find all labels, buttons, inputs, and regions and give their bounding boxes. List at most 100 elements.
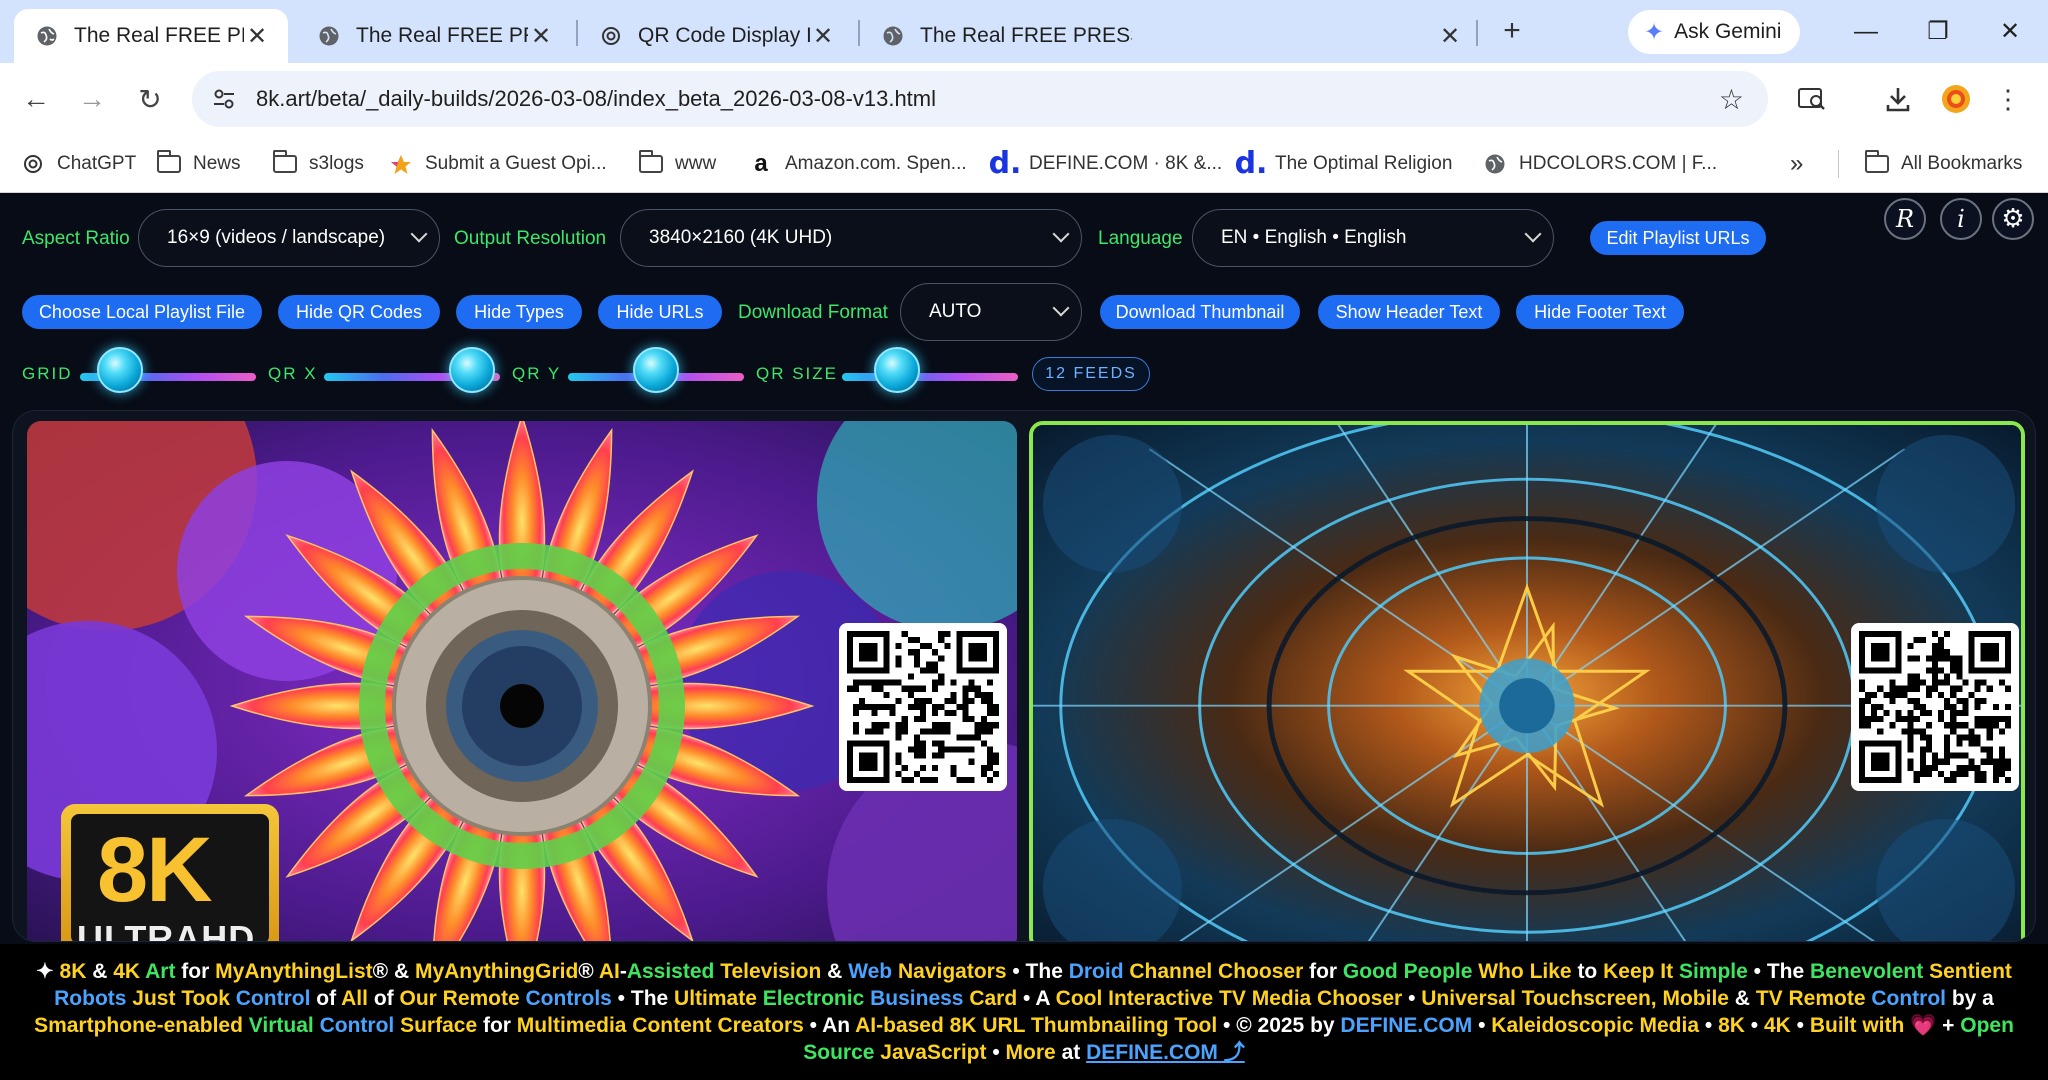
bookmark-optimal-religion[interactable]: d. The Optimal Religion <box>1235 147 1453 181</box>
minimize-icon[interactable]: — <box>1836 12 1896 52</box>
footer-segment: • <box>1790 1014 1810 1037</box>
qr-size-slider[interactable] <box>842 373 1018 381</box>
ask-gemini-button[interactable]: ✦ Ask Gemini <box>1628 10 1800 54</box>
close-icon[interactable]: ✕ <box>244 22 270 51</box>
search-tabs-icon[interactable] <box>1790 77 1834 121</box>
hide-urls-button[interactable]: Hide URLs <box>598 295 722 329</box>
close-icon[interactable]: ✕ <box>528 22 554 51</box>
bookmark-star-icon[interactable]: ☆ <box>1719 83 1744 116</box>
bookmark-label: Amazon.com. Spen... <box>785 153 967 174</box>
footer-segment: AI-based 8K URL Thumbnailing Tool <box>855 1014 1218 1037</box>
tab-3[interactable]: QR Code Display Issue ✕ <box>578 9 854 63</box>
bookmark-s3logs[interactable]: s3logs <box>272 147 364 181</box>
address-bar[interactable]: 8k.art/beta/_daily-builds/2026-03-08/ind… <box>192 71 1768 127</box>
qr-size-slider-thumb[interactable] <box>874 347 920 393</box>
tab-4[interactable]: The Real FREE PRESS <box>860 9 1460 63</box>
bookmark-label: DEFINE.COM · 8K &... <box>1029 153 1223 174</box>
globe-icon <box>36 25 58 47</box>
profile-avatar[interactable] <box>1934 77 1978 121</box>
language-label: Language <box>1098 228 1183 249</box>
bookmarks-overflow-button[interactable]: » <box>1790 147 1803 181</box>
bookmark-guest-opinion[interactable]: Submit a Guest Opi... <box>388 147 607 181</box>
define-icon: d. <box>988 146 1022 181</box>
back-arrow-icon[interactable]: ← <box>14 77 58 121</box>
footer-segment: Channel Chooser <box>1123 960 1304 983</box>
grid-slider-thumb[interactable] <box>97 347 143 393</box>
bookmarks-divider <box>1838 150 1839 178</box>
all-bookmarks-button[interactable]: All Bookmarks <box>1864 147 2022 181</box>
choose-playlist-file-button[interactable]: Choose Local Playlist File <box>22 295 262 329</box>
chevron-down-icon <box>1524 225 1542 243</box>
new-tab-button[interactable]: + <box>1496 14 1528 50</box>
hide-qr-codes-button[interactable]: Hide QR Codes <box>278 295 440 329</box>
info-icon[interactable]: i <box>1940 198 1982 240</box>
bookmark-www[interactable]: www <box>638 147 716 181</box>
footer-segment: of <box>310 987 342 1010</box>
footer-segment: Control <box>1871 987 1946 1010</box>
bookmark-define[interactable]: d. DEFINE.COM · 8K &... <box>988 146 1223 181</box>
footer-segment: • An <box>803 1014 856 1037</box>
download-format-select[interactable]: AUTO <box>900 283 1082 341</box>
restore-icon[interactable]: ❐ <box>1908 12 1968 52</box>
footer-segment: AI <box>598 960 620 983</box>
footer-segment: More <box>1005 1041 1056 1064</box>
qr-x-slider-label: QR X <box>268 364 318 383</box>
edit-playlist-button[interactable]: Edit Playlist URLs <box>1590 221 1766 255</box>
qr-y-slider-thumb[interactable] <box>633 347 679 393</box>
tab-1[interactable]: The Real FREE PRESS ✕ <box>14 9 288 63</box>
r-button[interactable]: R <box>1884 198 1926 240</box>
gear-icon[interactable]: ⚙ <box>1992 198 2034 240</box>
bookmark-label: All Bookmarks <box>1901 153 2023 174</box>
download-icon[interactable] <box>1876 77 1920 121</box>
window-close-icon[interactable]: ✕ <box>1980 12 2040 52</box>
language-select[interactable]: EN • English • English <box>1192 209 1554 267</box>
footer-segment: Who Like <box>1472 960 1572 983</box>
globe-icon <box>1482 151 1508 177</box>
footer-segment: 4K <box>1763 1014 1791 1037</box>
footer-segment: Simple <box>1673 960 1748 983</box>
reload-icon[interactable]: ↻ <box>128 77 172 121</box>
footer-segment: Control <box>313 1014 395 1037</box>
download-format-label: Download Format <box>738 302 888 323</box>
chevron-down-icon <box>1052 225 1070 243</box>
footer-segment: Assisted <box>626 960 715 983</box>
show-header-text-button[interactable]: Show Header Text <box>1318 295 1500 329</box>
footer-segment: 8K <box>59 960 87 983</box>
more-menu-icon[interactable]: ⋮ <box>1986 77 2030 121</box>
grid-slider-label: GRID <box>22 364 73 383</box>
media-tile-selected[interactable] <box>1029 421 2025 941</box>
site-settings-icon[interactable] <box>212 88 236 110</box>
bookmark-news[interactable]: News <box>156 147 241 181</box>
footer-segment: to <box>1571 960 1604 983</box>
folder-icon <box>638 150 664 177</box>
badge-ultrahd-text: ULTRAHD <box>77 918 256 942</box>
footer-segment: Good People <box>1342 960 1473 983</box>
footer-segment: - <box>619 960 627 983</box>
folder-icon <box>156 150 182 177</box>
download-thumbnail-button[interactable]: Download Thumbnail <box>1100 295 1300 329</box>
tab-2[interactable]: The Real FREE PRESS ✕ <box>296 9 572 63</box>
media-tile[interactable]: 8K ULTRAHD <box>27 421 1017 942</box>
output-resolution-select[interactable]: 3840×2160 (4K UHD) <box>620 209 1082 267</box>
footer-segment: • <box>1699 1014 1719 1037</box>
bookmark-hdcolors[interactable]: HDCOLORS.COM | F... <box>1482 147 1717 181</box>
bookmark-amazon[interactable]: a Amazon.com. Spen... <box>748 147 967 181</box>
footer-segment: Robots <box>54 987 127 1010</box>
bookmark-star-icon <box>388 151 414 177</box>
footer-segment: Multimedia Content Creators <box>516 1014 804 1037</box>
aspect-ratio-select[interactable]: 16×9 (videos / landscape) <box>138 209 440 267</box>
footer-segment: • The <box>611 987 675 1010</box>
close-icon[interactable]: ✕ <box>810 22 836 51</box>
footer-segment: 8K <box>1718 1014 1745 1037</box>
forward-arrow-icon[interactable]: → <box>70 77 114 121</box>
define-com-link[interactable]: DEFINE.COM ⤴ <box>1086 1041 1245 1064</box>
qr-y-slider-label: QR Y <box>512 364 562 383</box>
bookmark-label: HDCOLORS.COM | F... <box>1519 153 1718 174</box>
bookmark-chatgpt[interactable]: ChatGPT <box>20 147 136 181</box>
hide-types-button[interactable]: Hide Types <box>456 295 582 329</box>
aspect-ratio-value: 16×9 (videos / landscape) <box>167 227 386 248</box>
qr-x-slider-thumb[interactable] <box>449 347 495 393</box>
close-icon[interactable]: ✕ <box>1440 22 1460 51</box>
hide-footer-text-button[interactable]: Hide Footer Text <box>1516 295 1684 329</box>
footer-segment: MyAnythingList <box>215 960 373 983</box>
